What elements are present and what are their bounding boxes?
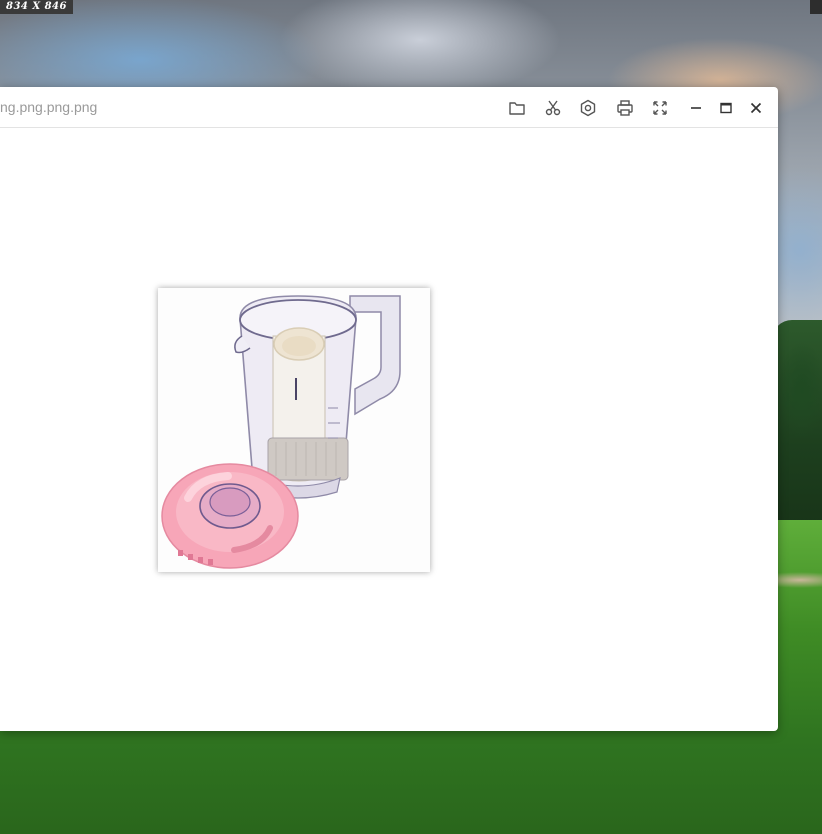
scissors-icon <box>545 100 561 116</box>
window-title: ng.png.png.png <box>0 99 98 115</box>
close-icon <box>750 102 762 114</box>
settings-button[interactable] <box>576 96 600 120</box>
blender-jar-icon <box>158 288 430 572</box>
fullscreen-button[interactable] <box>648 96 672 120</box>
open-folder-button[interactable] <box>505 96 529 120</box>
close-button[interactable] <box>744 96 768 120</box>
maximize-icon <box>720 102 732 114</box>
printer-icon <box>617 100 633 116</box>
expand-icon <box>653 101 667 115</box>
image-size-badge: 834 X 846 <box>0 0 73 14</box>
minimize-button[interactable] <box>684 96 708 120</box>
displayed-image[interactable] <box>158 288 430 572</box>
image-viewer-window: ng.png.png.png <box>0 87 778 731</box>
maximize-button[interactable] <box>714 96 738 120</box>
print-button[interactable] <box>613 96 637 120</box>
folder-icon <box>509 102 525 115</box>
corner-widget <box>810 0 822 14</box>
minimize-icon <box>691 107 701 109</box>
tree-line <box>772 320 822 530</box>
cut-button[interactable] <box>541 96 565 120</box>
title-bar[interactable]: ng.png.png.png <box>0 87 778 128</box>
gear-icon <box>580 99 596 117</box>
